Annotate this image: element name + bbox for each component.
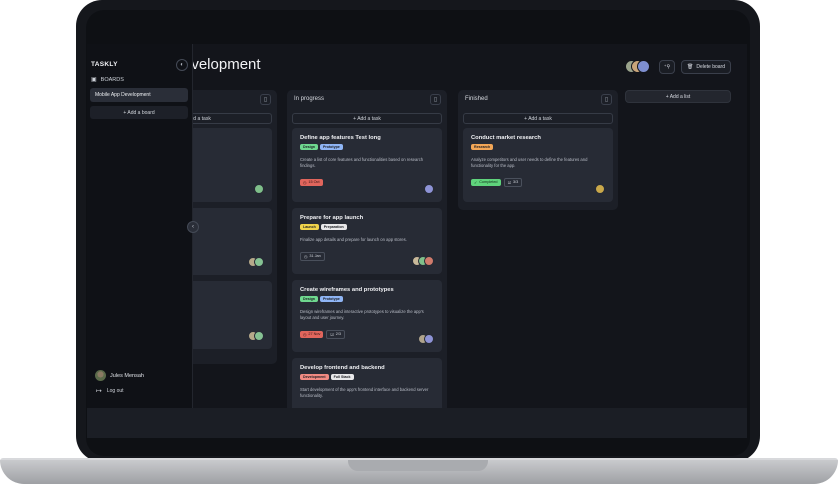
list-column-in-progress: In progress ▯ + Add a task Define app fe…: [287, 90, 447, 420]
due-date-badge: ◷ 31 Jan: [300, 251, 325, 261]
chevron-left-icon: ‹: [192, 224, 194, 230]
add-task-button[interactable]: + Add a task: [463, 113, 613, 124]
tag-launch: Launch: [300, 224, 319, 230]
clock-icon: ◷: [304, 254, 308, 259]
tag-prototype: Prototype: [319, 296, 343, 302]
add-board-button[interactable]: + Add a board: [90, 106, 188, 119]
task-description: Create a list of core features and funct…: [300, 157, 424, 168]
user-plus-icon: ⁺⚲: [663, 64, 671, 70]
delete-list-button[interactable]: ▯: [430, 93, 441, 105]
app-screen: evelopment ⁺⚲ 🗑 Delete board ▯ + Add a t…: [87, 44, 747, 438]
checklist-icon: ☑: [507, 180, 511, 185]
logout-label: Log out: [106, 388, 124, 394]
sidebar-item-mobile-app-development[interactable]: Mobile App Development: [90, 88, 188, 102]
task-card[interactable]: Define app features Test long Design Pro…: [292, 128, 442, 202]
checklist-icon: ☑: [330, 332, 334, 337]
checklist-badge: ☑ 3/3: [503, 177, 523, 187]
task-card[interactable]: Prepare for app launch Launch Preparatio…: [292, 208, 442, 274]
task-card[interactable]: Create wireframes and prototypes Design …: [292, 280, 442, 352]
logout-button[interactable]: ↦ Log out: [96, 387, 124, 395]
tag-preparation: Preparation: [320, 224, 347, 230]
check-icon: ✓: [474, 180, 478, 185]
tag-development: Development: [300, 374, 329, 380]
sidebar: TASKLY ◐ ▣ BOARDS Mobile App Development…: [87, 44, 193, 408]
avatar: [424, 184, 434, 194]
delete-list-button[interactable]: ▯: [601, 93, 612, 105]
trash-icon: 🗑: [687, 64, 694, 70]
status-badge: ✓ Completed: [471, 178, 501, 186]
theme-toggle-button[interactable]: ◐: [176, 59, 188, 71]
boards-label: BOARDS: [100, 76, 124, 83]
logout-icon: ↦: [96, 388, 102, 395]
list-column-finished: Finished ▯ + Add a task Conduct market r…: [458, 90, 618, 210]
screen-chin: [87, 408, 747, 438]
task-description: Start development of the app's frontend …: [300, 387, 429, 398]
avatar: [254, 331, 264, 341]
sidebar-collapse-button[interactable]: ‹: [187, 221, 199, 233]
avatar: [424, 256, 434, 266]
task-title: Define app features Test long: [300, 135, 381, 141]
task-card[interactable]: Conduct market research Research Analyze…: [463, 128, 613, 202]
avatar: [95, 370, 106, 381]
task-title: Create wireframes and prototypes: [300, 287, 394, 293]
column-title: In progress: [294, 96, 325, 102]
delete-list-button[interactable]: ▯: [260, 93, 271, 105]
column-title: Finished: [465, 96, 488, 102]
tag-prototype: Prototype: [319, 144, 343, 150]
tag-design: Design: [300, 144, 318, 150]
avatar: [424, 334, 434, 344]
task-description: Finalize app details and prepare for lau…: [300, 237, 407, 242]
invite-member-button[interactable]: ⁺⚲: [659, 60, 675, 74]
avatar: [254, 257, 264, 267]
due-date-badge: ◷ 27 Nov: [300, 330, 324, 338]
delete-board-button[interactable]: 🗑 Delete board: [681, 60, 731, 74]
task-title: Develop frontend and backend: [300, 365, 385, 371]
user-profile[interactable]: Jules Mensah: [95, 370, 144, 381]
task-title: Prepare for app launch: [300, 215, 364, 221]
tag-full-stack: Full Stack: [330, 374, 354, 380]
user-name: Jules Mensah: [110, 372, 144, 379]
clock-icon: ◷: [303, 180, 307, 185]
task-title: Conduct market research: [471, 135, 541, 141]
add-list-button[interactable]: + Add a list: [625, 90, 731, 103]
avatar: [595, 184, 605, 194]
avatar: [254, 184, 264, 194]
laptop-notch: [348, 460, 488, 471]
tag-research: Research: [471, 144, 494, 150]
add-task-button[interactable]: + Add a task: [292, 113, 442, 124]
page-title: evelopment: [183, 56, 261, 73]
board-icon: ▣: [91, 77, 97, 83]
app-logo: TASKLY: [91, 61, 118, 68]
avatar: [637, 60, 650, 73]
clock-icon: ◷: [303, 332, 307, 337]
tag-design: Design: [300, 296, 318, 302]
task-description: Analyze competitors and user needs to de…: [471, 157, 588, 168]
moon-icon: ◐: [180, 62, 184, 68]
checklist-badge: ☑ 2/3: [326, 329, 346, 339]
delete-board-label: Delete board: [696, 64, 725, 70]
task-description: Design wireframes and interactive protot…: [300, 309, 424, 320]
due-date-badge: ◷ 15 Oct: [300, 178, 323, 186]
member-avatars[interactable]: [625, 60, 655, 73]
